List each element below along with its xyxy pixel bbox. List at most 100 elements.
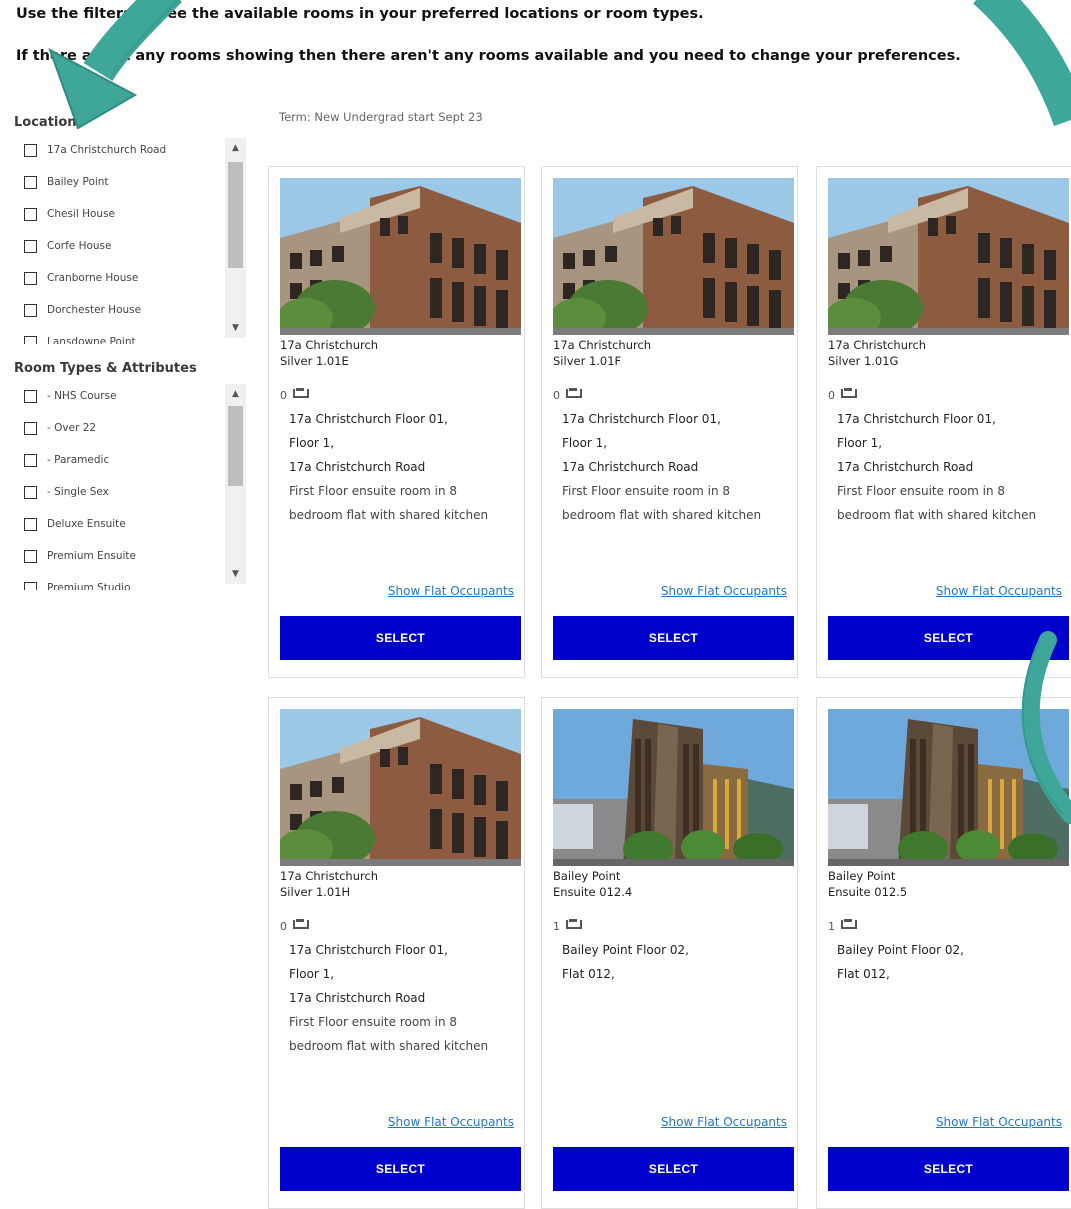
room-description: First Floor ensuite room in 8 bedroom fl… — [289, 484, 489, 522]
checkbox[interactable] — [24, 239, 37, 253]
address-line: Floor 1, — [289, 436, 335, 450]
location-filter-item[interactable]: Corfe House — [24, 230, 224, 262]
location-label: Dorchester House — [47, 304, 142, 316]
bed-icon — [840, 388, 857, 398]
building-name: Bailey Point — [553, 869, 621, 883]
room-type-label: - Single Sex — [47, 486, 109, 498]
checkbox[interactable] — [24, 453, 37, 467]
address-line: 17a Christchurch Road — [289, 991, 426, 1005]
room-type-filter-item[interactable]: - Single Sex — [24, 476, 224, 508]
bed-icon — [565, 919, 582, 929]
room-address: 17a Christchurch Floor 01, Floor 1, 17a Ch… — [289, 938, 514, 1058]
building-photo — [280, 178, 521, 335]
checkbox[interactable] — [24, 389, 37, 403]
address-line: Bailey Point Floor 02, — [562, 943, 689, 957]
room-card: Bailey Point Ensuite 012.5 1 Bailey Point … — [816, 697, 1071, 1209]
checkbox[interactable] — [24, 485, 37, 499]
location-label: Lansdowne Point — [47, 336, 136, 344]
bed-icon — [292, 919, 309, 929]
room-type-label: Deluxe Ensuite — [47, 518, 126, 530]
room-types-scrollbar[interactable]: ▲ ▼ — [225, 384, 246, 584]
bed-count: 0 — [280, 919, 309, 933]
checkbox[interactable] — [24, 549, 37, 563]
room-name: Silver 1.01G — [828, 354, 899, 368]
location-filter-item[interactable]: Dorchester House — [24, 294, 224, 326]
room-card: Bailey Point Ensuite 012.4 1 Bailey Point … — [541, 697, 798, 1209]
room-image — [280, 178, 521, 335]
room-card: 17a Christchurch Silver 1.01H 0 17a Christ… — [268, 697, 525, 1209]
show-flat-occupants-link[interactable]: Show Flat Occupants — [936, 1115, 1062, 1129]
room-name: Silver 1.01F — [553, 354, 622, 368]
room-card: 17a Christchurch Silver 1.01E 0 17a Christ… — [268, 166, 525, 678]
address-line: Flat 012, — [562, 967, 615, 981]
checkbox[interactable] — [24, 581, 37, 590]
location-filter-item[interactable]: Bailey Point — [24, 166, 224, 198]
show-flat-occupants-link[interactable]: Show Flat Occupants — [936, 584, 1062, 598]
show-flat-occupants-link[interactable]: Show Flat Occupants — [388, 1115, 514, 1129]
room-type-label: - Over 22 — [47, 422, 97, 434]
select-button[interactable]: SELECT — [828, 616, 1069, 660]
location-label: Corfe House — [47, 240, 112, 252]
room-title: 17a Christchurch Silver 1.01H — [280, 868, 378, 900]
scroll-up-icon[interactable]: ▲ — [225, 140, 246, 156]
room-address: Bailey Point Floor 02, Flat 012, — [837, 938, 1062, 986]
checkbox[interactable] — [24, 271, 37, 285]
room-types-filter-list: - NHS Course - Over 22 - Paramedic - Sin… — [14, 380, 246, 590]
building-name: 17a Christchurch — [828, 338, 927, 352]
room-image — [828, 709, 1069, 866]
building-photo — [828, 178, 1069, 335]
checkbox[interactable] — [24, 207, 37, 221]
bed-icon — [292, 388, 309, 398]
address-line: Floor 1, — [289, 967, 335, 981]
bed-count: 0 — [553, 388, 582, 402]
room-type-label: Premium Ensuite — [47, 550, 136, 562]
address-line: 17a Christchurch Floor 01, — [289, 412, 448, 426]
address-line: 17a Christchurch Road — [289, 460, 426, 474]
scroll-down-icon[interactable]: ▼ — [225, 566, 246, 582]
room-type-filter-item[interactable]: - Paramedic — [24, 444, 224, 476]
bed-count-value: 1 — [828, 920, 835, 933]
checkbox[interactable] — [24, 303, 37, 317]
room-title: Bailey Point Ensuite 012.5 — [828, 868, 907, 900]
checkbox[interactable] — [24, 421, 37, 435]
show-flat-occupants-link[interactable]: Show Flat Occupants — [661, 1115, 787, 1129]
scroll-thumb[interactable] — [228, 406, 243, 486]
building-name: Bailey Point — [828, 869, 896, 883]
room-type-filter-item[interactable]: - Over 22 — [24, 412, 224, 444]
scroll-up-icon[interactable]: ▲ — [225, 386, 246, 402]
address-line: Bailey Point Floor 02, — [837, 943, 964, 957]
room-address: 17a Christchurch Floor 01, Floor 1, 17a Ch… — [289, 407, 514, 527]
room-types-heading: Room Types & Attributes — [14, 361, 197, 376]
room-description: First Floor ensuite room in 8 bedroom fl… — [562, 484, 762, 522]
bed-count-value: 0 — [828, 389, 835, 402]
locations-scrollbar[interactable]: ▲ ▼ — [225, 138, 246, 338]
location-filter-item[interactable]: Lansdowne Point — [24, 326, 224, 344]
checkbox[interactable] — [24, 143, 37, 157]
room-title: 17a Christchurch Silver 1.01E — [280, 337, 378, 369]
select-button[interactable]: SELECT — [828, 1147, 1069, 1191]
building-name: 17a Christchurch — [280, 338, 379, 352]
room-type-filter-item[interactable]: Premium Ensuite — [24, 540, 224, 572]
select-button[interactable]: SELECT — [553, 616, 794, 660]
address-line: 17a Christchurch Floor 01, — [562, 412, 721, 426]
select-button[interactable]: SELECT — [280, 1147, 521, 1191]
checkbox[interactable] — [24, 517, 37, 531]
show-flat-occupants-link[interactable]: Show Flat Occupants — [388, 584, 514, 598]
room-type-label: - Paramedic — [47, 454, 110, 466]
location-filter-item[interactable]: 17a Christchurch Road — [24, 134, 224, 166]
show-flat-occupants-link[interactable]: Show Flat Occupants — [661, 584, 787, 598]
checkbox[interactable] — [24, 175, 37, 189]
select-button[interactable]: SELECT — [280, 616, 521, 660]
location-filter-item[interactable]: Cranborne House — [24, 262, 224, 294]
bed-count-value: 1 — [553, 920, 560, 933]
scroll-down-icon[interactable]: ▼ — [225, 320, 246, 336]
room-type-filter-item[interactable]: Deluxe Ensuite — [24, 508, 224, 540]
address-line: Floor 1, — [562, 436, 608, 450]
checkbox[interactable] — [24, 335, 37, 344]
room-type-filter-item[interactable]: Premium Studio — [24, 572, 224, 590]
scroll-thumb[interactable] — [228, 162, 243, 268]
location-filter-item[interactable]: Chesil House — [24, 198, 224, 230]
room-title: 17a Christchurch Silver 1.01G — [828, 337, 926, 369]
select-button[interactable]: SELECT — [553, 1147, 794, 1191]
room-type-filter-item[interactable]: - NHS Course — [24, 380, 224, 412]
